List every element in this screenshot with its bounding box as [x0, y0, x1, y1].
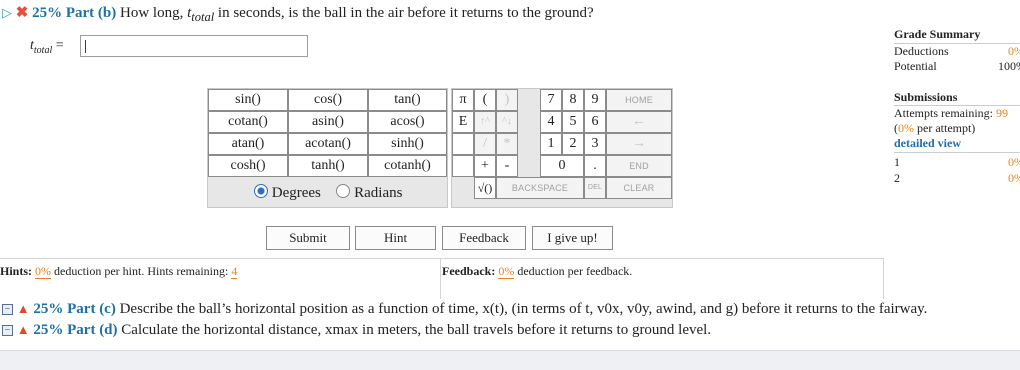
- digit-7-button[interactable]: 7: [540, 89, 562, 111]
- incorrect-x-icon: ✖: [15, 5, 29, 21]
- right-arrow-button[interactable]: →: [606, 133, 672, 155]
- submission-row: 1 0%: [894, 155, 1020, 169]
- per-attempt-pct: 0%: [898, 121, 914, 135]
- submit-button[interactable]: Submit: [266, 226, 350, 250]
- hints-deduction-pct: 0%: [35, 264, 52, 279]
- cotan-button[interactable]: cotan(): [208, 111, 288, 133]
- asin-button[interactable]: asin(): [288, 111, 368, 133]
- potential-value: 100%: [998, 59, 1020, 73]
- sinh-button[interactable]: sinh(): [368, 133, 447, 155]
- attempts-label: Attempts remaining:: [894, 106, 993, 120]
- power-down-button[interactable]: ^↓: [496, 111, 518, 133]
- warning-icon: ▲: [16, 301, 30, 316]
- function-keypad: sin() cos() tan() cotan() asin() acos() …: [207, 88, 448, 208]
- left-paren-button[interactable]: (: [474, 89, 496, 111]
- hints-panel: Hints: 0% deduction per hint. Hints rema…: [0, 258, 441, 299]
- digit-3-button[interactable]: 3: [584, 133, 606, 155]
- submissions-title: Submissions: [894, 90, 958, 104]
- part-c-percent: 25%: [33, 301, 64, 317]
- numeric-keypad: π ( ) 7 8 9 HOME E ↑^ ^↓ 4 5 6 ← / * 1 2…: [451, 88, 673, 208]
- part-b-question: How long,: [119, 5, 188, 21]
- hint-button[interactable]: Hint: [355, 226, 436, 250]
- end-button[interactable]: END: [606, 155, 672, 177]
- attempts-value: 99: [995, 106, 1008, 120]
- cos-button[interactable]: cos(): [288, 89, 368, 111]
- text-caret: [85, 40, 86, 53]
- answer-input[interactable]: [80, 35, 308, 57]
- digit-4-button[interactable]: 4: [540, 111, 562, 133]
- deductions-value: 0%: [1008, 44, 1020, 58]
- radians-label: Radians: [354, 185, 403, 201]
- part-d-percent: 25%: [33, 322, 64, 338]
- degrees-label: Degrees: [271, 185, 321, 201]
- hints-remaining: 4: [231, 264, 238, 279]
- part-b-header: ▷ ✖ 25% Part (b) How long, ttotal in sec…: [2, 5, 594, 24]
- atan-button[interactable]: atan(): [208, 133, 288, 155]
- cotanh-button[interactable]: cotanh(): [368, 155, 447, 177]
- minus-button[interactable]: -: [496, 155, 518, 177]
- digit-8-button[interactable]: 8: [562, 89, 584, 111]
- potential-label: Potential: [894, 59, 937, 73]
- feedback-label: Feedback:: [442, 264, 496, 278]
- warning-icon: ▲: [16, 322, 30, 337]
- divide-button[interactable]: /: [474, 133, 496, 155]
- multiply-button[interactable]: *: [496, 133, 518, 155]
- detailed-view-link[interactable]: detailed view: [894, 136, 1020, 151]
- deductions-label: Deductions: [894, 44, 949, 58]
- digit-2-button[interactable]: 2: [562, 133, 584, 155]
- digit-6-button[interactable]: 6: [584, 111, 606, 133]
- power-up-button[interactable]: ↑^: [474, 111, 496, 133]
- digit-5-button[interactable]: 5: [562, 111, 584, 133]
- angle-mode-group: Degrees Radians: [254, 184, 402, 202]
- sqrt-button[interactable]: √(): [474, 177, 496, 199]
- acotan-button[interactable]: acotan(): [288, 133, 368, 155]
- tan-button[interactable]: tan(): [368, 89, 447, 111]
- digit-9-button[interactable]: 9: [584, 89, 606, 111]
- collapse-icon[interactable]: −: [2, 325, 13, 337]
- part-d-label: Part (d): [67, 322, 118, 338]
- part-c-text: Describe the ball’s horizontal position …: [119, 301, 928, 317]
- right-paren-button[interactable]: ): [496, 89, 518, 111]
- clear-button[interactable]: CLEAR: [606, 177, 672, 199]
- answer-label: ttotal =: [30, 38, 64, 56]
- grade-summary-title: Grade Summary: [894, 27, 981, 41]
- blank-key: [452, 133, 474, 155]
- decimal-button[interactable]: .: [584, 155, 606, 177]
- part-b-label: Part (b): [65, 5, 117, 21]
- feedback-text: deduction per feedback.: [517, 264, 633, 278]
- part-d-text: Calculate the horizontal distance, xmax …: [121, 322, 712, 338]
- acos-button[interactable]: acos(): [368, 111, 447, 133]
- collapse-icon[interactable]: −: [2, 304, 13, 316]
- tanh-button[interactable]: tanh(): [288, 155, 368, 177]
- expand-arrow-icon[interactable]: ▷: [2, 5, 12, 20]
- grade-summary: Grade Summary Deductions 0% Potential 10…: [894, 27, 1020, 187]
- blank-key-2: [452, 155, 474, 177]
- submission-row: 2 0%: [894, 171, 1020, 185]
- pi-button[interactable]: π: [452, 89, 474, 111]
- home-button[interactable]: HOME: [606, 89, 672, 111]
- sin-button[interactable]: sin(): [208, 89, 288, 111]
- hints-text: deduction per hint. Hints remaining:: [54, 264, 229, 278]
- e-button[interactable]: E: [452, 111, 474, 133]
- hints-label: Hints:: [0, 264, 33, 278]
- feedback-button[interactable]: Feedback: [442, 226, 526, 250]
- part-d-header: − ▲ 25% Part (d) Calculate the horizonta…: [2, 322, 711, 339]
- part-b-percent: 25%: [32, 5, 63, 21]
- digit-1-button[interactable]: 1: [540, 133, 562, 155]
- feedback-deduction-pct: 0%: [498, 264, 515, 279]
- part-c-header: − ▲ 25% Part (c) Describe the ball’s hor…: [2, 301, 927, 318]
- left-arrow-button[interactable]: ←: [606, 111, 672, 133]
- digit-0-button[interactable]: 0: [540, 155, 584, 177]
- backspace-button[interactable]: BACKSPACE: [496, 177, 584, 199]
- plus-button[interactable]: +: [474, 155, 496, 177]
- part-c-label: Part (c): [67, 301, 116, 317]
- feedback-panel: Feedback: 0% deduction per feedback.: [441, 258, 884, 299]
- give-up-button[interactable]: I give up!: [532, 226, 613, 250]
- delete-button[interactable]: DEL: [584, 177, 606, 199]
- radians-radio[interactable]: [336, 184, 351, 198]
- footer-bar: [0, 350, 1020, 370]
- cosh-button[interactable]: cosh(): [208, 155, 288, 177]
- degrees-radio[interactable]: [254, 184, 268, 198]
